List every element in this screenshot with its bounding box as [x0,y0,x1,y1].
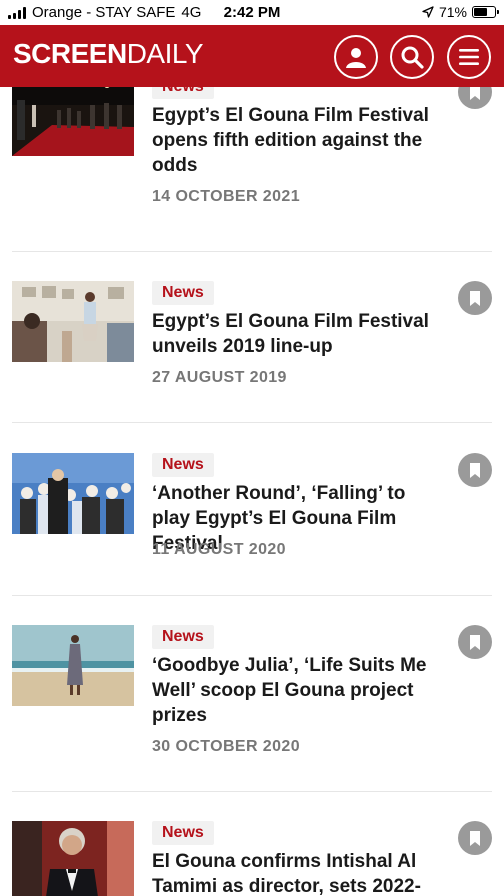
article-thumbnail[interactable] [12,87,134,156]
logo-strong-text: SCREEN [13,38,127,69]
search-button[interactable] [390,35,434,79]
category-tag[interactable]: News [152,87,214,99]
user-icon [346,48,366,68]
search-icon [401,46,424,69]
divider [12,251,492,252]
article-item[interactable]: News El Gouna confirms Intishal Al Tamim… [0,821,504,896]
article-date: 30 OCTOBER 2020 [152,738,300,755]
location-arrow-icon [422,6,434,18]
category-tag[interactable]: News [152,821,214,845]
divider [12,595,492,596]
bookmark-button[interactable] [458,625,492,659]
article-title[interactable]: Egypt’s El Gouna Film Festival unveils 2… [152,309,442,359]
article-item[interactable]: News ‘Another Round’, ‘Falling’ to play … [0,453,504,603]
article-date: 27 AUGUST 2019 [152,369,287,386]
divider [12,422,492,423]
article-date: 11 AUGUST 2020 [152,541,286,558]
category-tag[interactable]: News [152,281,214,305]
bookmark-icon [470,830,480,846]
article-date: 14 OCTOBER 2021 [152,188,300,205]
screen-daily-logo[interactable]: SCREENDAILY [13,38,204,70]
article-thumbnail[interactable] [12,821,134,896]
article-title[interactable]: Egypt’s El Gouna Film Festival opens fif… [152,103,442,178]
bookmark-icon [470,462,480,478]
bookmark-button[interactable] [458,821,492,855]
article-item[interactable]: News Egypt’s El Gouna Film Festival unve… [0,281,504,431]
account-button[interactable] [334,35,378,79]
article-thumbnail[interactable] [12,453,134,534]
bookmark-button[interactable] [458,87,492,109]
article-title[interactable]: ‘Goodbye Julia’, ‘Life Suits Me Well’ sc… [152,653,442,728]
battery-icon [472,6,499,18]
category-tag[interactable]: News [152,625,214,649]
menu-icon [459,49,479,65]
festival-red-carpet-image [12,87,134,156]
battery-percent: 71% [438,4,467,20]
status-right: 71% [422,4,499,20]
article-thumbnail[interactable] [12,281,134,362]
app-header: SCREENDAILY [0,25,504,87]
bookmark-icon [470,634,480,650]
status-bar: Orange - STAY SAFE 4G 2:42 PM 71% [0,0,504,25]
category-tag[interactable]: News [152,453,214,477]
divider [12,791,492,792]
bookmark-icon [470,290,480,306]
article-thumbnail[interactable] [12,625,134,706]
article-list: News Egypt’s El Gouna Film Festival open… [0,87,504,896]
bookmark-button[interactable] [458,453,492,487]
battery-fill [474,8,488,16]
article-title[interactable]: El Gouna confirms Intishal Al Tamimi as … [152,849,442,896]
crowd-photographers-image [12,453,134,534]
logo-light-text: DAILY [126,38,204,69]
beach-woman-image [12,625,134,706]
article-item[interactable]: News ‘Goodbye Julia’, ‘Life Suits Me Wel… [0,625,504,805]
director-portrait-image [12,821,134,896]
line-up-image [12,281,134,362]
menu-button[interactable] [447,35,491,79]
bookmark-button[interactable] [458,281,492,315]
bookmark-icon [470,87,480,100]
